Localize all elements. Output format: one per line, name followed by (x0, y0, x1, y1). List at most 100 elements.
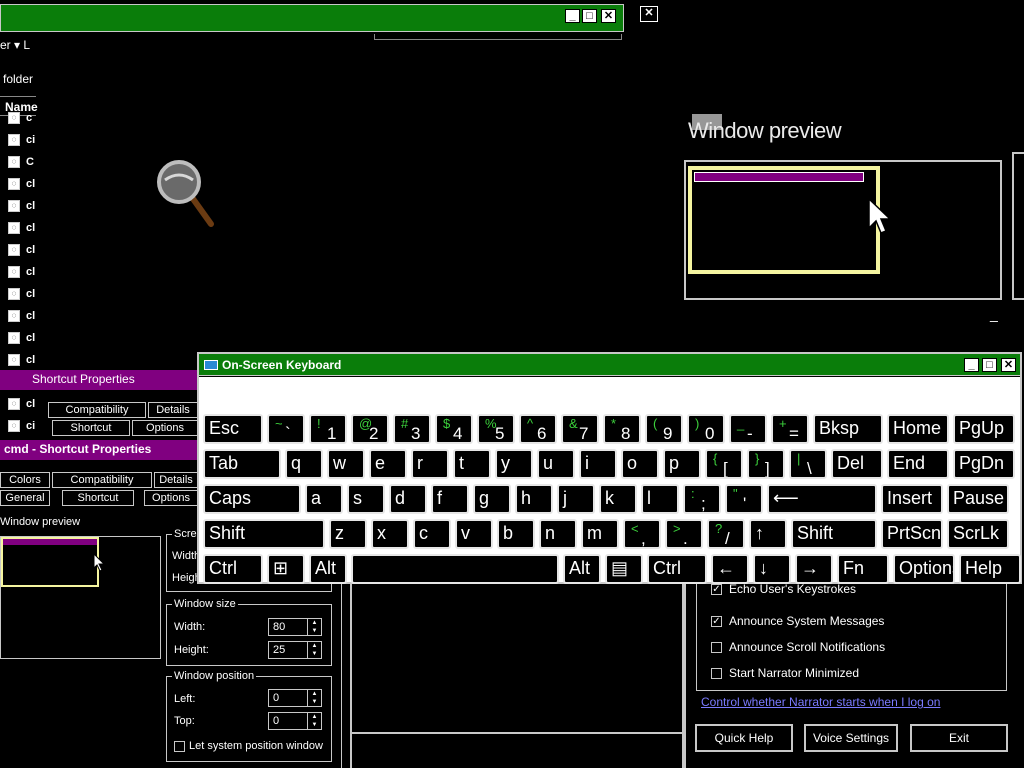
file-list-item[interactable]: ◌ cl (2, 240, 35, 260)
osk-key[interactable]: Shift (791, 519, 877, 549)
osk-key[interactable]: Pause (947, 484, 1009, 514)
osk-key[interactable]: ⟵ (767, 484, 877, 514)
window-left-input[interactable]: 0 ▲ ▼ (268, 689, 322, 707)
preview-minimize-mark[interactable]: _ (990, 306, 998, 322)
osk-key[interactable]: #3 (393, 414, 431, 444)
osk-key[interactable]: Alt (309, 554, 347, 584)
narrator-checkbox-label[interactable]: Announce System Messages (729, 614, 884, 628)
osk-key[interactable]: Insert (881, 484, 943, 514)
osk-key[interactable]: r (411, 449, 449, 479)
osk-key[interactable]: e (369, 449, 407, 479)
osk-key[interactable]: Ctrl (647, 554, 707, 584)
props2-tab-general[interactable]: General (0, 490, 50, 506)
osk-key[interactable]: Shift (203, 519, 325, 549)
osk-key[interactable]: & 7 (561, 414, 599, 444)
osk-key[interactable]: * 8 (603, 414, 641, 444)
quick-help-button[interactable]: Quick Help (695, 724, 793, 752)
props1-titlebar[interactable]: Shortcut Properties (28, 370, 198, 390)
osk-key[interactable]: p (663, 449, 701, 479)
osk-key[interactable]: Esc (203, 414, 263, 444)
osk-key[interactable]: ← (711, 554, 749, 584)
explorer-titlebar[interactable] (0, 4, 624, 32)
osk-key[interactable]: i (579, 449, 617, 479)
osk-key[interactable]: PgUp (953, 414, 1015, 444)
exit-button[interactable]: Exit (910, 724, 1008, 752)
osk-key[interactable]: s (347, 484, 385, 514)
osk-key[interactable]: g (473, 484, 511, 514)
magnifier-icon[interactable] (155, 158, 217, 228)
window-height-spinner-icon[interactable]: ▲ ▼ (307, 642, 321, 658)
osk-key[interactable]: Del (831, 449, 883, 479)
file-list-item[interactable]: ◌ cl (2, 394, 35, 414)
osk-key[interactable]: v (455, 519, 493, 549)
osk-key[interactable]: >. (665, 519, 703, 549)
osk-key[interactable]: d (389, 484, 427, 514)
explorer-outer-close-button[interactable]: ✕ (640, 6, 658, 22)
osk-key[interactable]: o (621, 449, 659, 479)
narrator-checkbox-label[interactable]: Start Narrator Minimized (729, 666, 859, 680)
osk-key[interactable]: Help (959, 554, 1021, 584)
osk-titlebar[interactable]: On-Screen Keyboard _ □ ✕ (199, 354, 1020, 376)
osk-minimize-button[interactable]: _ (964, 358, 979, 372)
explorer-address-bar[interactable] (374, 34, 622, 40)
file-list-item[interactable]: ◌ cl (2, 306, 35, 326)
osk-key[interactable]: ~ ` (267, 414, 305, 444)
osk-key[interactable]: ! 1 (309, 414, 347, 444)
osk-key[interactable]: PgDn (953, 449, 1015, 479)
window-width-spinner-icon[interactable]: ▲ ▼ (307, 619, 321, 635)
let-system-position-checkbox[interactable] (174, 741, 185, 752)
narrator-checkbox[interactable]: ✓ (711, 584, 722, 595)
osk-key[interactable]: y (495, 449, 533, 479)
osk-key[interactable]: f (431, 484, 469, 514)
osk-key[interactable]: a (305, 484, 343, 514)
osk-key[interactable]: h (515, 484, 553, 514)
explorer-close-button[interactable]: ✕ (601, 9, 616, 23)
osk-key[interactable]: ▤ (605, 554, 643, 584)
explorer-maximize-button[interactable]: □ (582, 9, 597, 23)
file-list-item[interactable]: ◌ cl (2, 174, 35, 194)
narrator-checkbox-label[interactable]: Echo User's Keystrokes (729, 582, 856, 596)
osk-key[interactable]: Ctrl (203, 554, 263, 584)
file-list-item[interactable]: ◌ c (2, 108, 34, 128)
file-list-item[interactable]: ◌ cl (2, 196, 35, 216)
props2-titlebar[interactable]: cmd - Shortcut Properties (0, 440, 198, 460)
narrator-checkbox-label[interactable]: Announce Scroll Notifications (729, 640, 885, 654)
window-width-input[interactable]: 80 ▲ ▼ (268, 618, 322, 636)
osk-key[interactable]: _ - (729, 414, 767, 444)
osk-key[interactable]: ↓ (753, 554, 791, 584)
props2-tab-options[interactable]: Options (144, 490, 198, 506)
osk-key[interactable]: m (581, 519, 619, 549)
file-list-item[interactable]: ◌ ci (2, 416, 35, 436)
file-list-item[interactable]: ◌ C (2, 152, 34, 172)
props2-tab-shortcut[interactable]: Shortcut (62, 490, 134, 506)
window-height-input[interactable]: 25 ▲ ▼ (268, 641, 322, 659)
osk-key[interactable]: u (537, 449, 575, 479)
osk-key[interactable]: Options (893, 554, 955, 584)
osk-key[interactable]: + = (771, 414, 809, 444)
osk-key[interactable]: {[ (705, 449, 743, 479)
osk-maximize-button[interactable]: □ (982, 358, 997, 372)
props2-tab-compatibility[interactable]: Compatibility (52, 472, 152, 488)
osk-key[interactable]: ? / (707, 519, 745, 549)
file-list-item[interactable]: ◌ cl (2, 328, 35, 348)
file-list-item[interactable]: ◌ cl (2, 262, 35, 282)
props2-tab-colors[interactable]: Colors (0, 472, 50, 488)
osk-key[interactable]: ) 0 (687, 414, 725, 444)
osk-key[interactable]: Bksp (813, 414, 883, 444)
window-top-spinner-icon[interactable]: ▲ ▼ (307, 713, 321, 729)
osk-key[interactable]: ⊞ (267, 554, 305, 584)
osk-key[interactable]: @2 (351, 414, 389, 444)
osk-key[interactable]: w (327, 449, 365, 479)
osk-key[interactable]: n (539, 519, 577, 549)
props1-tab-compatibility[interactable]: Compatibility (48, 402, 146, 418)
osk-key[interactable]: c (413, 519, 451, 549)
osk-key[interactable]: :; (683, 484, 721, 514)
props1-tab-options[interactable]: Options (132, 420, 198, 436)
osk-key[interactable]: End (887, 449, 949, 479)
explorer-toolbar-text[interactable]: er ▾ L (0, 38, 30, 52)
osk-key[interactable] (351, 554, 559, 584)
osk-key[interactable]: x (371, 519, 409, 549)
window-left-spinner-icon[interactable]: ▲ ▼ (307, 690, 321, 706)
osk-key[interactable]: " ' (725, 484, 763, 514)
osk-key[interactable]: ↑ (749, 519, 787, 549)
